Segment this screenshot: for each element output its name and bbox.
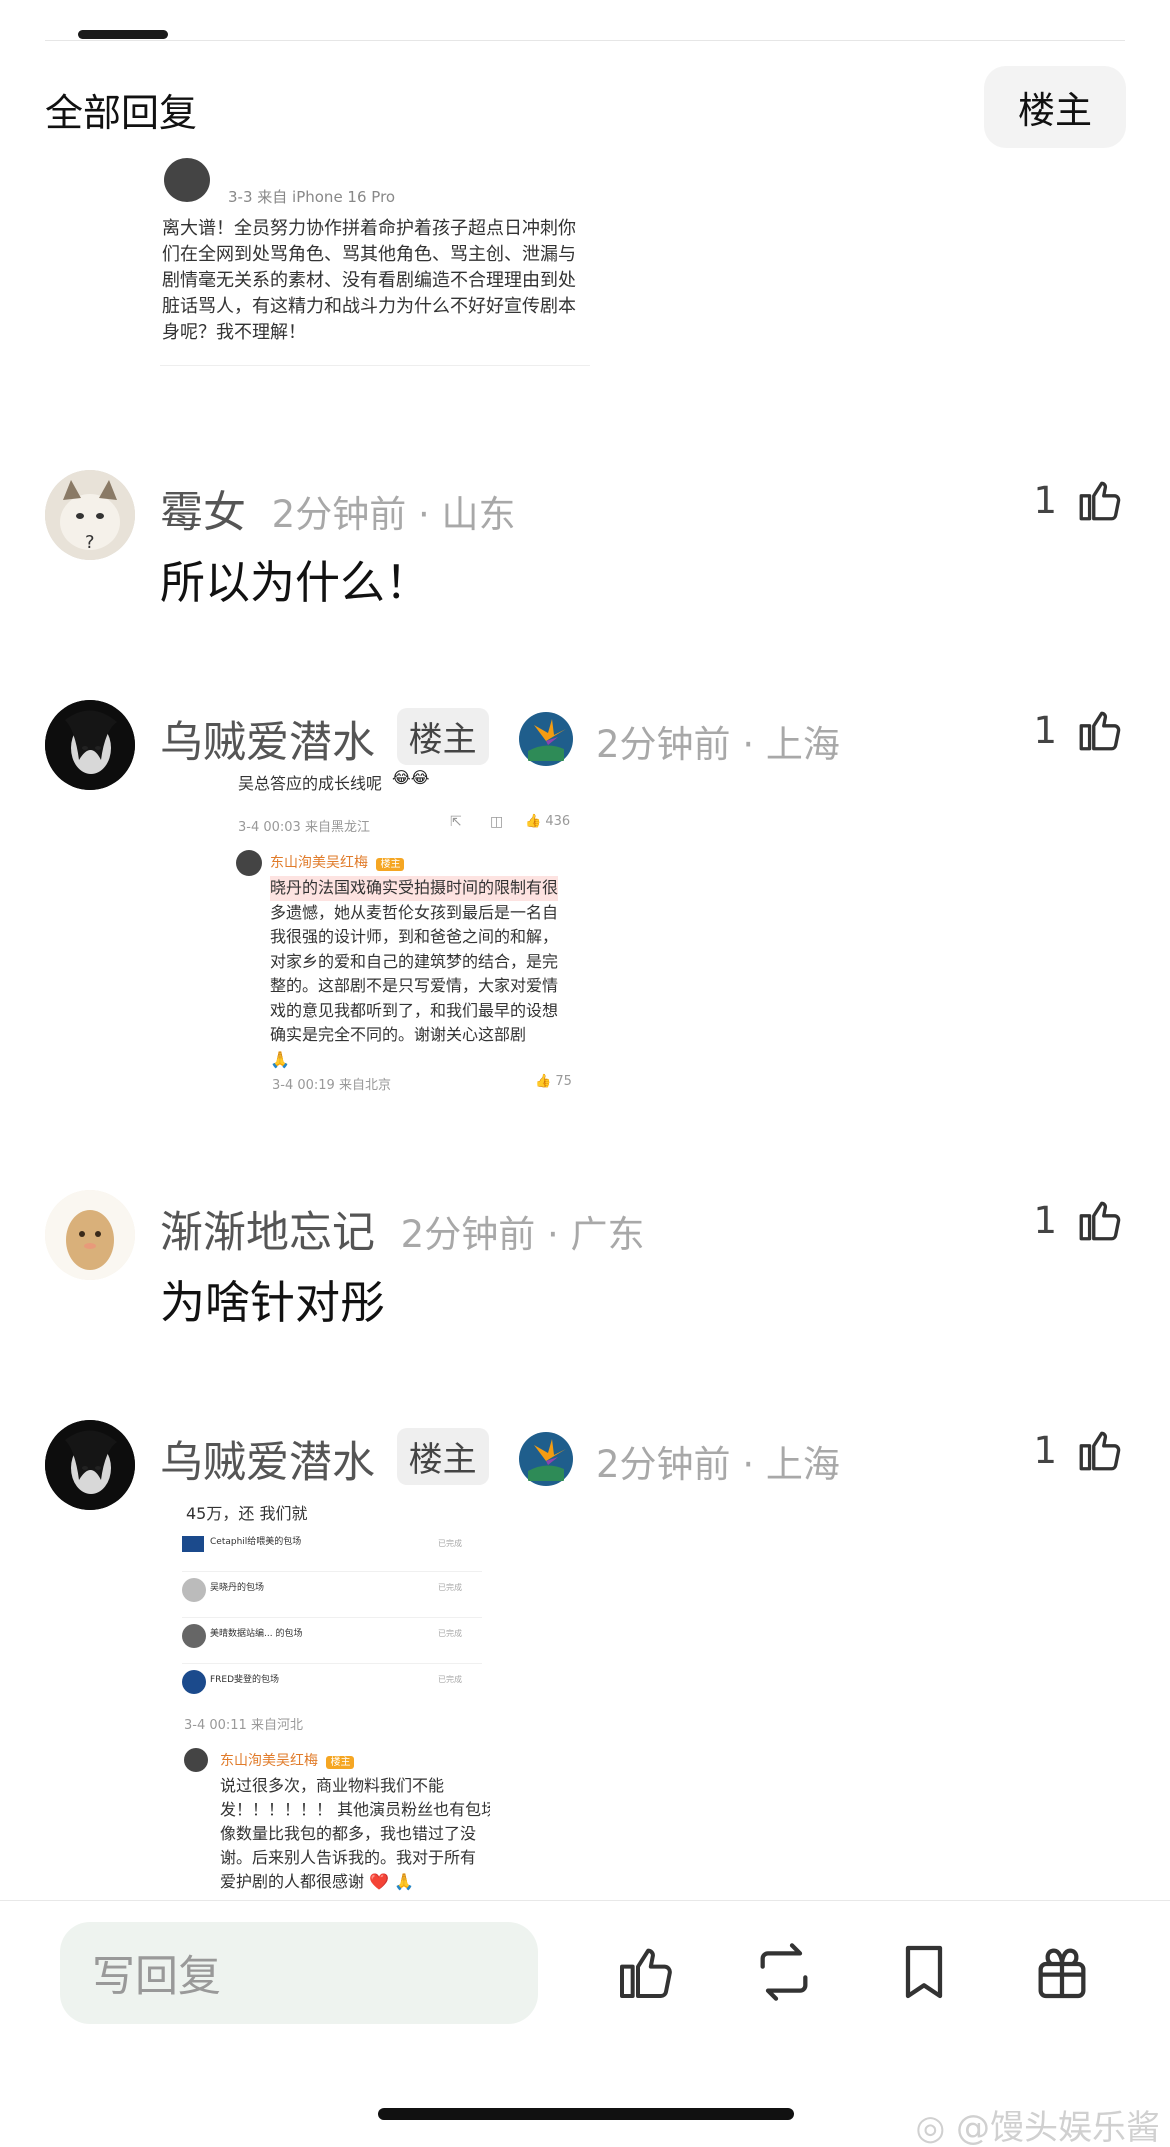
avatar[interactable] bbox=[45, 1190, 135, 1280]
like-count: 1 bbox=[1033, 708, 1057, 752]
comment-author[interactable]: 乌贼爱潜水 bbox=[160, 1438, 375, 1488]
avatar[interactable] bbox=[45, 1420, 135, 1510]
thumbs-up-icon bbox=[1079, 1201, 1121, 1241]
comment-meta: 2分钟前 · 上海 bbox=[596, 1443, 840, 1486]
embedded-screenshot-top[interactable]: 3-3 来自 iPhone 16 Pro 离大谱！全员努力协作拼着命护着孩子超点… bbox=[160, 158, 590, 368]
like-count: 1 bbox=[1033, 1198, 1057, 1242]
watermark: ◎ @馒头娱乐酱 bbox=[915, 2108, 1160, 2147]
owner-filter-button[interactable]: 楼主 bbox=[984, 66, 1126, 148]
thumbs-up-icon bbox=[1079, 711, 1121, 751]
embed-date-line: 3-3 来自 iPhone 16 Pro bbox=[228, 188, 396, 206]
share-icon: ⇱ bbox=[450, 814, 462, 830]
comment-author[interactable]: 渐渐地忘记 bbox=[160, 1208, 375, 1258]
list-item: FRED斐登的包场 已完成 bbox=[182, 1666, 482, 1710]
bookmark-icon[interactable] bbox=[892, 1940, 956, 2004]
list-item: 吴晓丹的包场 已完成 bbox=[182, 1574, 482, 1618]
comment-body: 为啥针对彤 bbox=[160, 1276, 386, 1329]
like-button[interactable]: 1 bbox=[1033, 475, 1125, 525]
small-like: 👍 436 bbox=[525, 814, 571, 829]
dark-portrait-avatar-icon bbox=[45, 700, 135, 790]
page-title: 全部回复 bbox=[45, 91, 198, 135]
thumbs-up-icon bbox=[1079, 481, 1121, 521]
comment-icon: ◫ bbox=[490, 814, 504, 830]
cat-avatar-icon: ? bbox=[45, 470, 135, 560]
list-item: 美晴数据站编... 的包场 已完成 bbox=[182, 1620, 482, 1664]
owner-badge: 楼主 bbox=[396, 1428, 489, 1485]
thumbs-up-icon bbox=[1079, 1431, 1121, 1471]
top-divider bbox=[45, 40, 1125, 41]
like-button[interactable]: 1 bbox=[1033, 705, 1125, 755]
avatar[interactable] bbox=[45, 700, 135, 790]
embed-text: 离大谱！全员努力协作拼着命护着孩子超点日冲刺你 们在全网到处骂角色、骂其他角色、… bbox=[162, 218, 576, 343]
owner-badge: 楼主 bbox=[396, 708, 489, 765]
embed-author: 东山洵美吴红梅 楼主 bbox=[220, 1750, 355, 1770]
list-item: Cetaphil给喂美的包场 已完成 bbox=[182, 1532, 482, 1572]
embed-divider bbox=[160, 365, 590, 366]
like-button[interactable]: 1 bbox=[1033, 1195, 1125, 1245]
like-count: 1 bbox=[1033, 478, 1057, 522]
comment-author[interactable]: 霉女 bbox=[160, 488, 246, 538]
embedded-screenshot-a[interactable]: 吴总答应的成长线呢 😂😂 3-4 00:03 来自黑龙江 ⇱ ◫ 👍 436 东… bbox=[160, 770, 590, 1100]
repost-icon[interactable] bbox=[752, 1940, 816, 2004]
embed-top-line: 吴总答应的成长线呢 bbox=[238, 774, 383, 793]
comment-body: 所以为什么！ bbox=[160, 556, 431, 609]
embed-author: 东山洵美吴红梅 楼主 bbox=[270, 852, 405, 872]
embed-text: 说过很多次，商业物料我们不能 发！！！！！！ 其他演员粉丝也有包场， 像数量比我… bbox=[220, 1776, 490, 1891]
comment-meta: 2分钟前 · 山东 bbox=[271, 493, 516, 536]
emoji-icon: 😂😂 bbox=[392, 770, 430, 787]
bottom-divider bbox=[0, 1900, 1170, 1901]
embed-avatar bbox=[164, 158, 210, 202]
top-grabber bbox=[78, 30, 168, 39]
comment-author[interactable]: 乌贼爱潜水 bbox=[160, 718, 375, 768]
embed-inner-avatar bbox=[184, 1748, 208, 1772]
svg-text:?: ? bbox=[85, 532, 95, 553]
embed-text: 晓丹的法国戏确实受拍摄时间的限制有很 多遗憾，她从麦哲伦女孩到最后是一名自 我很… bbox=[270, 876, 559, 1069]
embedded-screenshot-b[interactable]: 45万，还 我们就 Cetaphil给喂美的包场 已完成 吴晓丹的包场 已完成 … bbox=[160, 1496, 490, 1896]
bird-of-paradise-icon bbox=[518, 1431, 574, 1487]
embed-top-line: 45万，还 我们就 bbox=[186, 1504, 308, 1523]
bird-of-paradise-icon bbox=[518, 711, 574, 767]
home-indicator bbox=[378, 2108, 794, 2120]
gift-icon[interactable] bbox=[1030, 1940, 1094, 2004]
weibo-logo-icon: ◎ bbox=[915, 2108, 946, 2147]
like-button[interactable]: 1 bbox=[1033, 1425, 1125, 1475]
dark-portrait-avatar-icon bbox=[45, 1420, 135, 1510]
embed-meta: 3-4 00:19 来自北京 bbox=[272, 1078, 391, 1093]
reply-input[interactable]: 写回复 bbox=[60, 1922, 538, 2024]
embed-meta: 3-4 00:03 来自黑龙江 bbox=[238, 820, 370, 835]
small-like: 👍 75 bbox=[535, 1074, 572, 1089]
comment-meta: 2分钟前 · 广东 bbox=[400, 1213, 645, 1256]
avatar[interactable]: ? bbox=[45, 470, 135, 560]
thumbs-up-icon[interactable] bbox=[614, 1940, 678, 2004]
embed-inner-avatar bbox=[236, 850, 262, 876]
like-count: 1 bbox=[1033, 1428, 1057, 1472]
embed-meta: 3-4 00:11 来自河北 bbox=[184, 1718, 303, 1733]
comment-meta: 2分钟前 · 上海 bbox=[596, 723, 840, 766]
potato-avatar-icon bbox=[45, 1190, 135, 1280]
